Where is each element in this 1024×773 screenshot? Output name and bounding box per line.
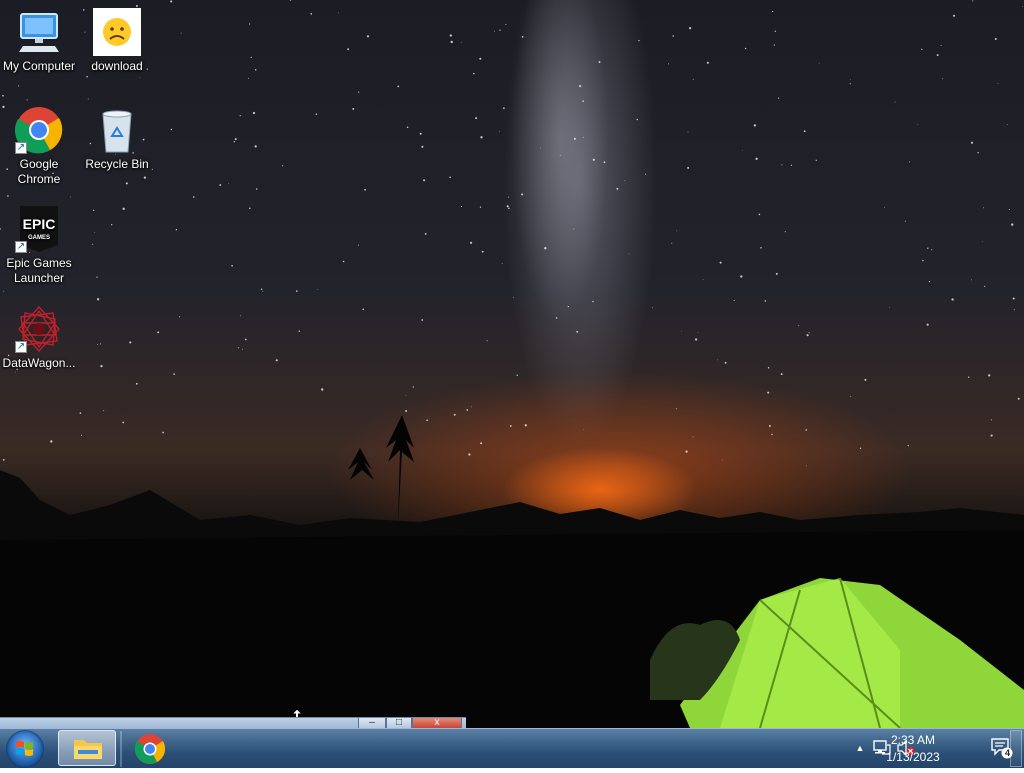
system-tray: ▲ 2:33 AM 1/13/2023 4 xyxy=(824,729,1024,769)
datawagon-icon: ↗ xyxy=(15,305,63,353)
clock-time[interactable]: 2:33 AM xyxy=(878,733,948,747)
recycle-bin-icon xyxy=(93,106,141,154)
clock-date[interactable]: 1/13/2023 xyxy=(878,750,948,764)
shortcut-arrow-icon: ↗ xyxy=(15,142,27,154)
shortcut-arrow-icon: ↗ xyxy=(15,241,27,253)
svg-text:GAMES: GAMES xyxy=(28,235,50,241)
desktop-icon-epic-games-launcher[interactable]: EPIC GAMES ↗ Epic Games Launcher xyxy=(0,205,78,286)
sad-face-icon xyxy=(93,8,141,56)
desktop-icon-my-computer[interactable]: My Computer xyxy=(0,8,78,74)
taskbar-file-explorer[interactable] xyxy=(58,730,116,766)
windows-start-icon xyxy=(16,741,33,756)
desktop-icon-label: download xyxy=(91,59,143,73)
desktop-icon-label: DataWagon... xyxy=(2,356,76,370)
file-explorer-icon xyxy=(74,740,102,759)
chrome-icon: ↗ xyxy=(14,106,63,154)
taskbar-chrome[interactable] xyxy=(120,730,178,766)
desktop-icon-datawagon[interactable]: ↗ DataWagon... xyxy=(0,305,78,371)
svg-text:EPIC: EPIC xyxy=(23,216,56,232)
shortcut-arrow-icon: ↗ xyxy=(15,341,27,353)
epic-games-icon: EPIC GAMES ↗ xyxy=(15,205,63,253)
desktop-icon-google-chrome[interactable]: ↗ Google Chrome xyxy=(0,106,78,187)
desktop-icon-label: Recycle Bin xyxy=(85,157,149,171)
show-desktop-button[interactable] xyxy=(1010,730,1022,767)
desktop-icon-label: Google Chrome xyxy=(17,157,61,186)
desktop-icon-download[interactable]: download xyxy=(78,8,156,74)
computer-icon xyxy=(15,8,63,56)
desktop-background: My Computer download ↗ Google Chrome Rec… xyxy=(0,0,1024,728)
start-button[interactable] xyxy=(6,730,44,768)
desktop-icon-label: My Computer xyxy=(2,59,76,73)
show-hidden-icons-button[interactable]: ▲ xyxy=(850,739,870,757)
taskbar: ▲ 2:33 AM 1/13/2023 4 xyxy=(0,728,1024,768)
chrome-icon xyxy=(134,734,166,764)
desktop-icon-label: Epic Games Launcher xyxy=(6,256,72,285)
desktop-icon-recycle-bin[interactable]: Recycle Bin xyxy=(78,106,156,172)
